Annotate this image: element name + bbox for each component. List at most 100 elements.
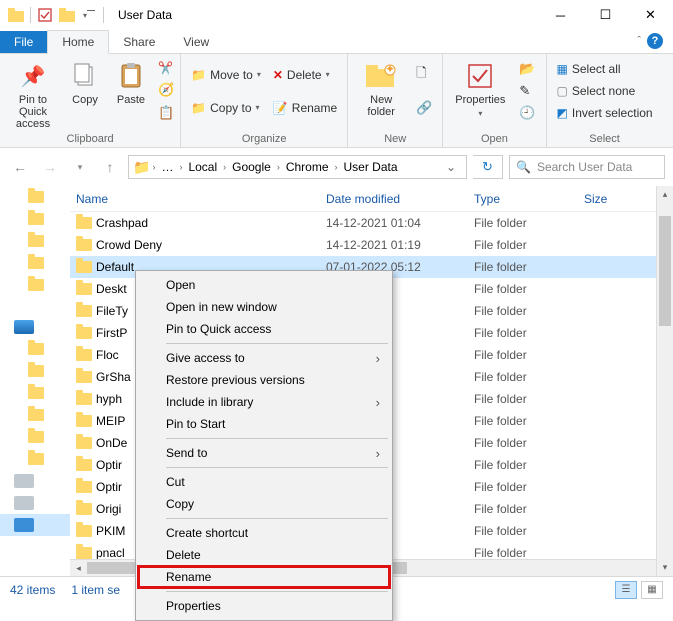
tab-file[interactable]: File [0, 31, 47, 53]
breadcrumb-segment[interactable]: Chrome [282, 160, 333, 174]
chevron-right-icon[interactable]: › [223, 162, 226, 172]
select-none-button[interactable]: ▢Select none [553, 80, 657, 102]
scroll-down-icon[interactable]: ▾ [657, 559, 673, 576]
menu-item-pin-to-quick-access[interactable]: Pin to Quick access [138, 318, 390, 340]
folder-icon [6, 4, 26, 26]
paste-shortcut-icon[interactable]: 📋 [158, 105, 174, 121]
tab-view[interactable]: View [169, 31, 223, 53]
breadcrumb[interactable]: 📁 › … › Local › Google › Chrome › User D… [128, 155, 467, 179]
chevron-right-icon[interactable]: › [152, 162, 155, 172]
help-icon[interactable]: ? [647, 33, 663, 49]
scroll-thumb[interactable] [659, 216, 671, 326]
menu-item-open[interactable]: Open [138, 274, 390, 296]
column-headers[interactable]: Name Date modified Type Size [70, 186, 673, 212]
edit-button[interactable]: ✎ [515, 80, 539, 102]
menu-item-send-to[interactable]: Send to [138, 442, 390, 464]
ribbon: 📌 Pin to Quick access Copy Paste ✂️ 🧭 📋 … [0, 54, 673, 148]
close-button[interactable]: ✕ [628, 0, 673, 30]
menu-item-open-in-new-window[interactable]: Open in new window [138, 296, 390, 318]
scrollbar-vertical[interactable]: ▴ ▾ [656, 186, 673, 576]
tab-home[interactable]: Home [47, 30, 109, 54]
search-input[interactable]: 🔍 Search User Data [509, 155, 665, 179]
chevron-right-icon[interactable]: › [335, 162, 338, 172]
forward-button[interactable]: → [38, 155, 62, 179]
delete-button[interactable]: ✕Delete▾ [269, 64, 341, 86]
folder-icon[interactable] [28, 213, 44, 225]
folder-icon[interactable] [57, 4, 77, 26]
scroll-up-icon[interactable]: ▴ [657, 186, 673, 203]
menu-item-copy[interactable]: Copy [138, 493, 390, 515]
tab-share[interactable]: Share [109, 31, 169, 53]
menu-item-include-in-library[interactable]: Include in library [138, 391, 390, 413]
maximize-button[interactable]: ☐ [583, 0, 628, 30]
easy-access-button[interactable]: 🔗 [412, 97, 436, 119]
folder-icon[interactable] [28, 387, 44, 399]
recent-dropdown[interactable]: ▾ [68, 155, 92, 179]
minimize-button[interactable]: ─ [538, 0, 583, 30]
table-row[interactable]: Crashpad14-12-2021 01:04File folder [70, 212, 673, 234]
copy-button[interactable]: Copy [64, 58, 106, 106]
pin-to-quick-access-button[interactable]: 📌 Pin to Quick access [6, 58, 60, 130]
menu-item-create-shortcut[interactable]: Create shortcut [138, 522, 390, 544]
menu-item-cut[interactable]: Cut [138, 471, 390, 493]
new-folder-button[interactable]: ✦ New folder [354, 58, 408, 118]
folder-icon[interactable] [28, 365, 44, 377]
breadcrumb-segment[interactable]: Google [228, 160, 275, 174]
menu-item-give-access-to[interactable]: Give access to [138, 347, 390, 369]
qat-properties-icon[interactable] [35, 4, 55, 26]
select-all-button[interactable]: ▦Select all [553, 58, 657, 80]
col-type[interactable]: Type [474, 192, 584, 206]
folder-icon[interactable] [28, 453, 44, 465]
history-button[interactable]: 🕘 [515, 102, 539, 124]
breadcrumb-segment[interactable]: Local [184, 160, 221, 174]
table-row[interactable]: Crowd Deny14-12-2021 01:19File folder [70, 234, 673, 256]
open-button[interactable]: 📂 [515, 58, 539, 80]
folder-icon[interactable] [28, 257, 44, 269]
window-title: User Data [112, 8, 538, 22]
drive-icon[interactable] [14, 496, 34, 510]
this-pc-icon[interactable] [14, 320, 34, 334]
folder-icon[interactable] [28, 191, 44, 203]
breadcrumb-dropdown[interactable]: ⌄ [440, 160, 462, 174]
folder-icon: 📁 [133, 159, 150, 176]
copy-path-icon[interactable]: 🧭 [158, 82, 174, 98]
copy-to-button[interactable]: 📁Copy to▾ [187, 97, 265, 119]
menu-item-delete[interactable]: Delete [138, 544, 390, 566]
back-button[interactable]: ← [8, 155, 32, 179]
folder-icon[interactable] [28, 279, 44, 291]
up-button[interactable]: ↑ [98, 155, 122, 179]
invert-selection-button[interactable]: ◩Invert selection [553, 102, 657, 124]
menu-item-restore-previous-versions[interactable]: Restore previous versions [138, 369, 390, 391]
qat-dropdown-icon[interactable]: ▾ [79, 4, 99, 26]
col-size[interactable]: Size [584, 192, 634, 206]
menu-item-pin-to-start[interactable]: Pin to Start [138, 413, 390, 435]
col-date[interactable]: Date modified [326, 192, 474, 206]
menu-item-properties[interactable]: Properties [138, 595, 390, 617]
scroll-left-icon[interactable]: ◂ [70, 560, 87, 576]
rename-button[interactable]: 📝Rename [269, 97, 341, 119]
breadcrumb-segment[interactable]: User Data [340, 160, 402, 174]
cut-icon[interactable]: ✂️ [158, 61, 174, 75]
drive-icon[interactable] [14, 518, 34, 532]
col-name[interactable]: Name [76, 192, 326, 206]
properties-button[interactable]: Properties ▾ [449, 58, 511, 120]
view-details-button[interactable]: ☰ [615, 581, 637, 599]
breadcrumb-ellipsis[interactable]: … [157, 160, 177, 174]
drive-icon[interactable] [14, 474, 34, 488]
folder-icon[interactable] [28, 343, 44, 355]
folder-icon[interactable] [28, 409, 44, 421]
folder-icon[interactable] [28, 431, 44, 443]
invert-icon: ◩ [557, 106, 568, 120]
new-item-button[interactable]: 🗋 [412, 64, 436, 86]
move-to-button[interactable]: 📁Move to▾ [187, 64, 265, 86]
folder-icon[interactable] [28, 235, 44, 247]
view-large-button[interactable]: ▦ [641, 581, 663, 599]
file-type: File folder [474, 480, 584, 494]
paste-button[interactable]: Paste [110, 58, 152, 106]
chevron-right-icon[interactable]: › [179, 162, 182, 172]
refresh-button[interactable]: ↻ [473, 155, 503, 179]
ribbon-collapse[interactable]: ˆ ? [627, 29, 673, 53]
menu-item-rename[interactable]: Rename [138, 566, 390, 588]
chevron-right-icon[interactable]: › [277, 162, 280, 172]
nav-tree[interactable] [0, 186, 70, 576]
